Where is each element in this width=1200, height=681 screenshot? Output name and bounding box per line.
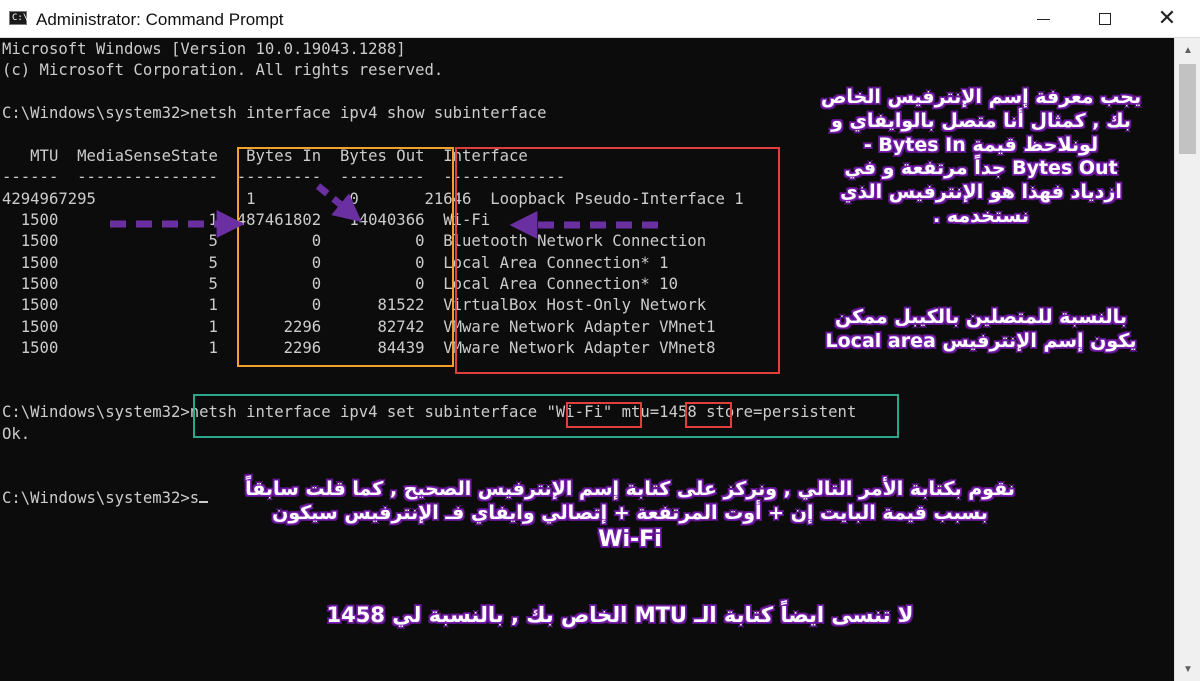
note-line: يجب معرفة إسم الإنترفيس الخاص	[820, 86, 1142, 108]
title-bar[interactable]: C:\. Administrator: Command Prompt ✕	[0, 0, 1200, 38]
note-line: Wi-Fi	[598, 526, 662, 552]
scroll-down-icon[interactable]: ▼	[1175, 657, 1200, 681]
mtu-value-highlight	[685, 402, 732, 428]
command-prompt-window: C:\. Administrator: Command Prompt ✕ Mic…	[0, 0, 1200, 681]
command-highlight	[193, 394, 899, 438]
note-cable-users: بالنسبة للمتصلين بالكيبل ممكن يكون إسم ا…	[806, 306, 1156, 354]
note-line: نستخدمه .	[932, 204, 1029, 227]
minimize-icon	[1036, 18, 1050, 20]
window-title: Administrator: Command Prompt	[36, 10, 284, 29]
icon-label: C:\.	[12, 13, 34, 23]
vertical-scrollbar[interactable]: ▲ ▼	[1174, 38, 1200, 681]
bytes-columns-highlight	[237, 147, 454, 367]
note-line: يكون إسم الإنترفيس Local area	[825, 329, 1137, 352]
note-mtu-reminder: لا تنسى ايضاً كتابة الـ MTU الخاص بك , ب…	[326, 603, 914, 627]
command-prompt-icon: C:\.	[9, 11, 34, 25]
console-line: Ok.	[2, 425, 31, 443]
prompt-text: C:\Windows\system32>s	[2, 489, 200, 507]
note-line: بالنسبة للمتصلين بالكيبل ممكن	[835, 306, 1127, 328]
scrollbar-thumb[interactable]	[1179, 64, 1196, 154]
note-line: ازدياد فهذا هو الإنترفيس الذي	[840, 181, 1122, 203]
maximize-button[interactable]	[1074, 0, 1136, 38]
close-button[interactable]: ✕	[1136, 0, 1198, 38]
wifi-name-highlight	[566, 402, 642, 428]
console-line: Microsoft Windows [Version 10.0.19043.12…	[2, 40, 406, 58]
note-line: نقوم بكتابة الأمر التالي , ونركز على كتا…	[245, 478, 1015, 500]
note-interface-name: يجب معرفة إسم الإنترفيس الخاص بك , كمثال…	[806, 86, 1156, 229]
note-command-explanation: نقوم بكتابة الأمر التالي , ونركز على كتا…	[230, 478, 1030, 553]
note-line: بسبب قيمة البايت إن + أوت المرتفعة + إتص…	[272, 501, 988, 524]
note-line: بك , كمثال أنا متصل بالوايفاي و	[831, 109, 1131, 132]
maximize-icon	[1099, 13, 1111, 25]
text-cursor	[199, 501, 209, 503]
scroll-up-icon[interactable]: ▲	[1175, 38, 1200, 62]
console-line: (c) Microsoft Corporation. All rights re…	[2, 61, 444, 79]
console-line: C:\Windows\system32>netsh interface ipv4…	[2, 104, 547, 122]
note-line: لونلاحظ قيمة Bytes In -	[863, 133, 1099, 156]
prompt-line[interactable]: C:\Windows\system32>s	[2, 489, 209, 507]
minimize-button[interactable]	[1012, 0, 1074, 38]
close-icon: ✕	[1157, 6, 1177, 31]
note-line: Bytes Out جداً مرتفعة و في	[844, 157, 1118, 180]
interface-column-highlight	[455, 147, 780, 374]
